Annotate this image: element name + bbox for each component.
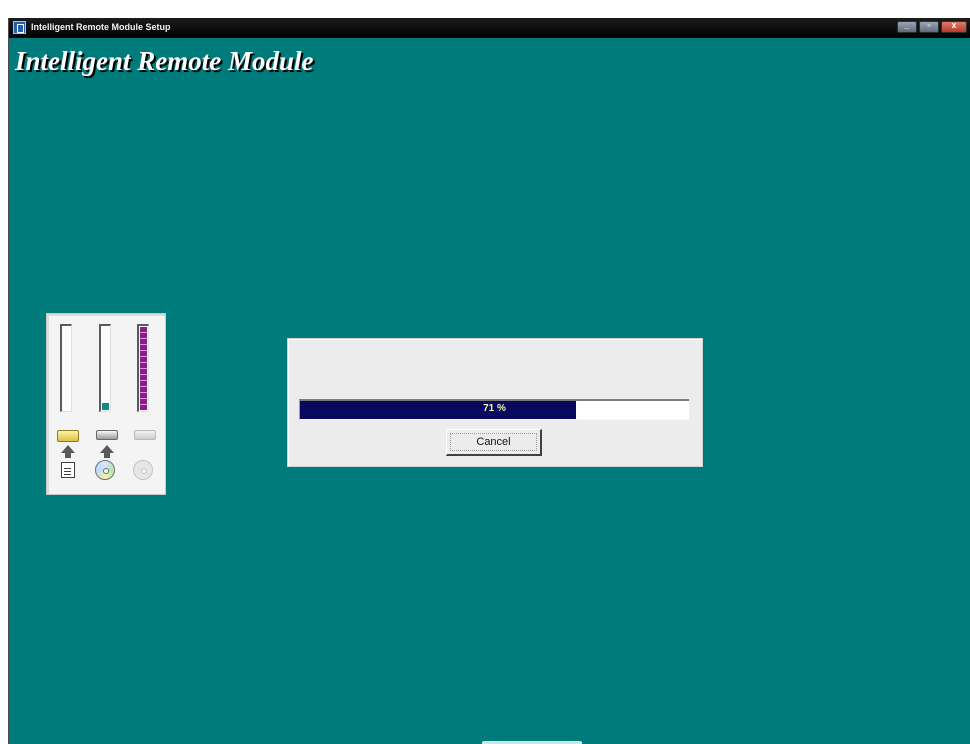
up-arrow-icon (61, 445, 75, 458)
destination-gauge-column (92, 314, 122, 494)
destination-gauge-fill (102, 403, 109, 410)
drive-icon (134, 430, 156, 440)
disk-space-panel (46, 313, 166, 495)
up-arrow-icon (100, 445, 114, 458)
third-gauge-fill (140, 326, 147, 410)
source-gauge (60, 324, 72, 412)
close-button[interactable]: x (941, 20, 967, 33)
third-gauge-column (130, 314, 160, 494)
cancel-button[interactable]: Cancel (446, 429, 542, 456)
app-title: Intelligent Remote Module (15, 46, 314, 76)
source-gauge-column (53, 314, 83, 494)
cancel-label: Cancel (450, 433, 537, 451)
disc-icon (133, 460, 153, 480)
window-controls: _ ▫ x (897, 20, 967, 34)
close-icon: x (951, 20, 957, 30)
cd-drive-icon (95, 460, 115, 480)
progress-bar: 71 % (299, 399, 689, 420)
minimize-button[interactable]: _ (897, 20, 917, 33)
progress-dialog: 71 % Cancel (287, 338, 703, 467)
progress-percent: 71 % (483, 403, 506, 414)
title-bar[interactable]: Intelligent Remote Module Setup _ ▫ x (9, 18, 970, 38)
drive-icon (96, 430, 118, 440)
document-icon (61, 462, 75, 478)
setup-icon[interactable] (13, 21, 26, 34)
window-title: Intelligent Remote Module Setup (31, 22, 171, 32)
folder-icon (57, 430, 79, 442)
third-gauge (137, 324, 149, 412)
minimize-icon: _ (904, 20, 910, 30)
setup-window: Intelligent Remote Module Setup _ ▫ x In… (8, 18, 970, 744)
destination-gauge (99, 324, 111, 412)
maximize-button[interactable]: ▫ (919, 20, 939, 33)
maximize-icon: ▫ (927, 20, 931, 30)
